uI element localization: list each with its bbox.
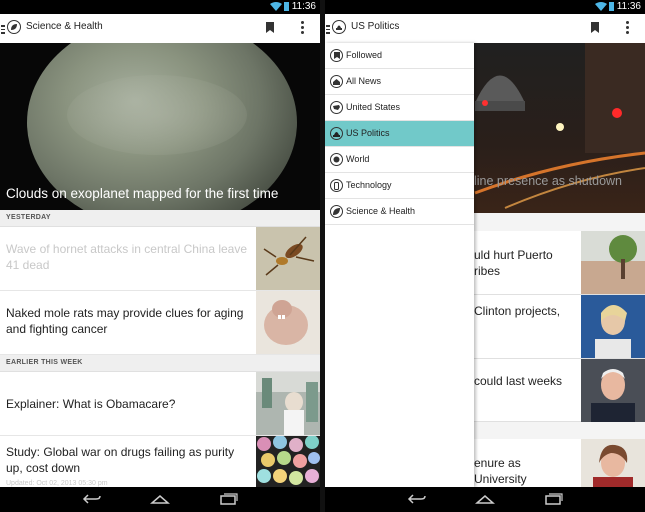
story-headline: Clinton projects, bbox=[474, 304, 561, 318]
battery-icon bbox=[609, 2, 614, 11]
clock: 11:36 bbox=[616, 1, 641, 12]
section-title: US Politics bbox=[351, 21, 400, 32]
overflow-menu-icon[interactable] bbox=[626, 21, 630, 35]
battery-icon bbox=[284, 2, 289, 11]
drawer-item-science-health[interactable]: Science & Health bbox=[325, 199, 474, 225]
hero-image bbox=[27, 43, 297, 210]
section-header-earlier-this-week: EARLIER THIS WEEK bbox=[0, 355, 320, 372]
recent-apps-icon[interactable] bbox=[544, 493, 564, 505]
story-item[interactable]: Naked mole rats may provide clues for ag… bbox=[0, 291, 320, 355]
story-headline: Naked mole rats may provide clues for ag… bbox=[6, 306, 244, 336]
system-nav-bar bbox=[0, 487, 320, 512]
hero-caption: line presence as shutdown bbox=[474, 174, 623, 188]
story-thumbnail bbox=[581, 295, 645, 358]
system-nav-bar bbox=[325, 487, 645, 512]
home-icon bbox=[330, 75, 343, 88]
drawer-toggle-icon[interactable] bbox=[326, 25, 330, 34]
section-header-yesterday: YESTERDAY bbox=[0, 210, 320, 227]
story-thumbnail bbox=[581, 439, 645, 487]
story-thumbnail bbox=[256, 291, 320, 354]
back-icon[interactable] bbox=[82, 493, 102, 505]
story-thumbnail bbox=[256, 372, 320, 435]
home-icon[interactable] bbox=[475, 493, 495, 505]
drawer-item-us-politics[interactable]: US Politics bbox=[325, 121, 474, 147]
bookmark-icon bbox=[330, 49, 343, 62]
overflow-menu-icon[interactable] bbox=[301, 21, 305, 35]
drawer-item-all-news[interactable]: All News bbox=[325, 69, 474, 95]
story-headline: uld hurt Puerto ribes bbox=[474, 248, 553, 278]
story-timestamp: Updated: Oct 02, 2013 05:30 pm bbox=[6, 480, 108, 487]
drawer-item-world[interactable]: World bbox=[325, 147, 474, 173]
right-screen: 11:36 US Politics line presence as shutd… bbox=[325, 0, 645, 512]
drawer-item-united-states[interactable]: United States bbox=[325, 95, 474, 121]
us-map-icon bbox=[330, 101, 343, 114]
drawer-item-technology[interactable]: Technology bbox=[325, 173, 474, 199]
story-headline: enure as University bbox=[474, 456, 527, 486]
bookmark-icon[interactable] bbox=[591, 22, 599, 33]
bookmark-icon[interactable] bbox=[266, 22, 274, 33]
story-thumbnail bbox=[256, 436, 320, 488]
hero-caption: Clouds on exoplanet mapped for the first… bbox=[6, 186, 279, 201]
story-thumbnail bbox=[581, 231, 645, 294]
story-thumbnail bbox=[581, 359, 645, 422]
story-headline: could last weeks bbox=[474, 374, 563, 388]
clock: 11:36 bbox=[291, 1, 316, 12]
back-icon[interactable] bbox=[407, 493, 427, 505]
story-headline: Study: Global war on drugs failing as pu… bbox=[6, 445, 235, 475]
story-thumbnail bbox=[256, 227, 320, 290]
status-bar: 11:36 bbox=[325, 0, 645, 14]
hero-story[interactable]: Clouds on exoplanet mapped for the first… bbox=[0, 43, 320, 210]
navigation-drawer: Followed All News United States US Polit… bbox=[325, 43, 474, 487]
leaf-icon bbox=[330, 205, 343, 218]
globe-icon bbox=[330, 153, 343, 166]
left-screen: 11:36 Science & Health Clouds on exoplan… bbox=[0, 0, 320, 512]
drawer-item-followed[interactable]: Followed bbox=[325, 43, 474, 69]
drawer-toggle-icon[interactable] bbox=[1, 25, 5, 34]
home-icon[interactable] bbox=[150, 493, 170, 505]
wifi-icon bbox=[595, 2, 607, 11]
app-bar: US Politics bbox=[325, 14, 645, 44]
story-item[interactable]: Wave of hornet attacks in central China … bbox=[0, 227, 320, 291]
recent-apps-icon[interactable] bbox=[219, 493, 239, 505]
capitol-icon[interactable] bbox=[332, 20, 346, 34]
story-headline: Wave of hornet attacks in central China … bbox=[6, 242, 248, 272]
story-item[interactable]: Study: Global war on drugs failing as pu… bbox=[0, 436, 320, 488]
wifi-icon bbox=[270, 2, 282, 11]
story-item[interactable]: Explainer: What is Obamacare? bbox=[0, 372, 320, 436]
capitol-icon bbox=[330, 127, 343, 140]
app-bar: Science & Health bbox=[0, 14, 320, 44]
phone-icon bbox=[330, 179, 343, 192]
section-logo-icon[interactable] bbox=[7, 20, 21, 34]
status-bar: 11:36 bbox=[0, 0, 320, 14]
story-headline: Explainer: What is Obamacare? bbox=[6, 397, 176, 411]
section-title: Science & Health bbox=[26, 21, 103, 32]
